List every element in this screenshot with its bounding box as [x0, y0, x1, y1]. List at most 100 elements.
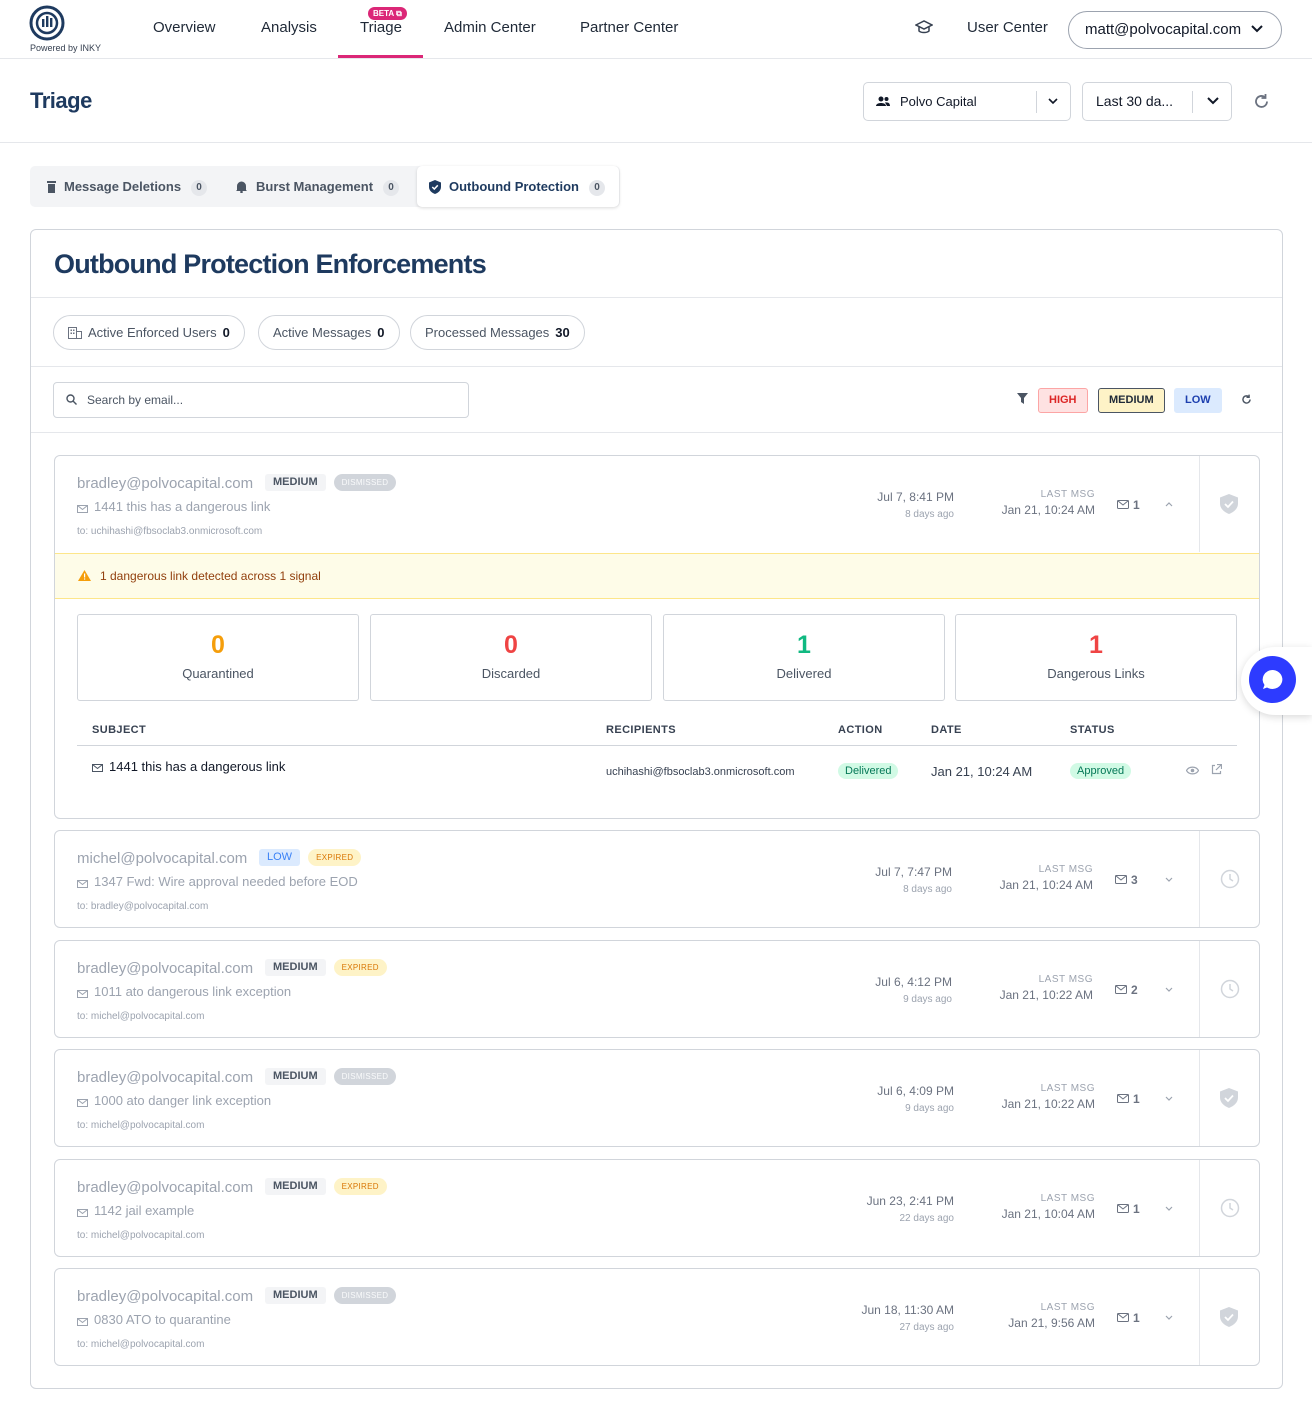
sender-email: bradley@polvocapital.com	[77, 1179, 254, 1196]
enforcement-row[interactable]: bradley@polvocapital.com MEDIUM EXPIRED …	[54, 1159, 1260, 1257]
filter-high-button[interactable]: HIGH	[1038, 388, 1088, 413]
row-action-cell[interactable]	[1199, 1269, 1259, 1365]
chevron-down-icon[interactable]	[1165, 1096, 1173, 1101]
chevron-down-icon[interactable]	[1165, 1206, 1173, 1211]
inky-logo[interactable]: Powered by INKY	[28, 5, 104, 55]
row-action-cell[interactable]	[1199, 456, 1259, 552]
row-header[interactable]: bradley@polvocapital.com MEDIUM DISMISSE…	[55, 1050, 1199, 1146]
sender-email: bradley@polvocapital.com	[77, 960, 254, 977]
row-subject: 1142 jail example	[77, 1203, 194, 1218]
count-text: 1	[1133, 498, 1140, 512]
message-count: 3	[1115, 873, 1138, 887]
row-action-cell[interactable]	[1199, 1050, 1259, 1146]
tab-outbound-protection[interactable]: Outbound Protection 0	[417, 166, 619, 207]
chat-bubble-icon	[1262, 669, 1283, 689]
stat-active-messages[interactable]: Active Messages 0	[258, 315, 400, 350]
date-text: Jul 6, 4:09 PM	[877, 1084, 954, 1098]
row-action-cell[interactable]	[1199, 831, 1259, 927]
enforcement-row[interactable]: michel@polvocapital.com LOW EXPIRED 1347…	[54, 830, 1260, 928]
message-count: 1	[1117, 1202, 1140, 1216]
nav-admin-center[interactable]: Admin Center	[444, 19, 536, 36]
status-badge: EXPIRED	[333, 1178, 387, 1195]
enforcement-row[interactable]: bradley@polvocapital.com MEDIUM EXPIRED …	[54, 940, 1260, 1038]
nav-overview[interactable]: Overview	[153, 19, 216, 36]
search-placeholder: Search by email...	[87, 393, 184, 407]
refresh-icon[interactable]	[1241, 394, 1252, 405]
recipient-text: to: michel@polvocapital.com	[77, 1230, 205, 1241]
stat-label: Processed Messages	[425, 325, 550, 340]
date-range-select[interactable]: Last 30 da...	[1082, 82, 1232, 121]
relative-date: 8 days ago	[903, 884, 952, 895]
building-icon	[68, 326, 82, 339]
last-message: LAST MSG Jan 21, 9:56 AM	[1008, 1302, 1095, 1330]
row-header[interactable]: bradley@polvocapital.com MEDIUM DISMISSE…	[55, 456, 1199, 552]
nav-analysis[interactable]: Analysis	[261, 19, 317, 36]
tab-count: 0	[588, 179, 605, 196]
filter-icon[interactable]	[1017, 393, 1028, 404]
relative-date: 22 days ago	[899, 1213, 955, 1224]
date-text: Jun 18, 11:30 AM	[861, 1303, 954, 1317]
divider	[31, 366, 1282, 367]
row-subject: 1441 this has a dangerous link	[77, 499, 270, 514]
organization-select[interactable]: Polvo Capital	[863, 82, 1071, 121]
row-subject: 0830 ATO to quarantine	[77, 1312, 231, 1327]
row-header[interactable]: bradley@polvocapital.com MEDIUM DISMISSE…	[55, 1269, 1199, 1365]
subject-text: 0830 ATO to quarantine	[94, 1312, 231, 1327]
nav-partner-center[interactable]: Partner Center	[580, 19, 678, 36]
tab-message-deletions[interactable]: Message Deletions 0	[47, 166, 208, 207]
date-range-value: Last 30 da...	[1096, 93, 1174, 109]
filter-medium-button[interactable]: MEDIUM	[1098, 388, 1165, 413]
severity-badge: MEDIUM	[265, 1287, 326, 1304]
chat-widget-button[interactable]	[1241, 647, 1312, 715]
recipient-text: to: michel@polvocapital.com	[77, 1120, 205, 1131]
dangerous-links-count: 1	[1089, 631, 1103, 659]
chevron-down-icon[interactable]	[1165, 1315, 1173, 1320]
stat-processed-messages[interactable]: Processed Messages 30	[410, 315, 585, 350]
chevron-down-icon[interactable]	[1165, 877, 1173, 882]
relative-date: 27 days ago	[899, 1322, 955, 1333]
graduation-cap-icon[interactable]	[915, 20, 933, 36]
row-subject: 1011 ato dangerous link exception	[77, 984, 291, 999]
sender-email: bradley@polvocapital.com	[77, 1288, 254, 1305]
row-action-cell[interactable]	[1199, 941, 1259, 1037]
enforcement-row[interactable]: bradley@polvocapital.com MEDIUM DISMISSE…	[54, 1049, 1260, 1147]
last-msg-date: Jan 21, 10:24 AM	[999, 878, 1093, 892]
organization-name: Polvo Capital	[900, 94, 977, 109]
row-header[interactable]: michel@polvocapital.com LOW EXPIRED 1347…	[55, 831, 1199, 927]
date-text: Jul 7, 7:47 PM	[875, 865, 952, 879]
user-menu-button[interactable]: matt@polvocapital.com	[1068, 11, 1282, 49]
row-header[interactable]: bradley@polvocapital.com MEDIUM EXPIRED …	[55, 941, 1199, 1037]
chat-button-circle	[1249, 656, 1296, 703]
last-msg-label: LAST MSG	[1038, 864, 1093, 875]
envelope-icon	[92, 763, 103, 772]
row-action-cell[interactable]	[1199, 1160, 1259, 1256]
clock-icon	[1220, 979, 1240, 999]
chevron-up-icon[interactable]	[1165, 502, 1173, 507]
chevron-down-icon[interactable]	[1165, 987, 1173, 992]
stat-active-enforced-users[interactable]: Active Enforced Users 0	[53, 315, 245, 350]
date-text: Jul 6, 4:12 PM	[875, 975, 952, 989]
message-count: 1	[1117, 1311, 1140, 1325]
shield-check-icon	[1220, 1307, 1238, 1327]
message-count: 1	[1117, 1092, 1140, 1106]
beta-label: BETA	[373, 9, 394, 18]
refresh-icon[interactable]	[1253, 93, 1270, 110]
filter-low-button[interactable]: LOW	[1174, 388, 1222, 413]
first-date: Jul 6, 4:09 PM 9 days ago	[877, 1084, 954, 1114]
external-link-icon[interactable]	[1211, 764, 1222, 775]
eye-icon[interactable]	[1186, 766, 1199, 775]
people-icon	[876, 96, 890, 106]
row-header[interactable]: bradley@polvocapital.com MEDIUM EXPIRED …	[55, 1160, 1199, 1256]
chevron-down-icon	[1207, 97, 1219, 105]
search-input[interactable]: Search by email...	[53, 382, 469, 418]
tab-label: Burst Management	[256, 179, 374, 194]
discarded-label: Discarded	[481, 666, 541, 681]
tab-burst-management[interactable]: Burst Management 0	[235, 166, 400, 207]
status-badge: Approved	[1070, 763, 1132, 779]
stat-value: 0	[377, 325, 385, 340]
severity-badge: MEDIUM	[265, 1068, 326, 1085]
first-date: Jun 18, 11:30 AM 27 days ago	[861, 1303, 954, 1333]
nav-triage[interactable]: Triage	[360, 19, 402, 36]
nav-user-center[interactable]: User Center	[967, 19, 1048, 36]
enforcement-row[interactable]: bradley@polvocapital.com MEDIUM DISMISSE…	[54, 1268, 1260, 1366]
